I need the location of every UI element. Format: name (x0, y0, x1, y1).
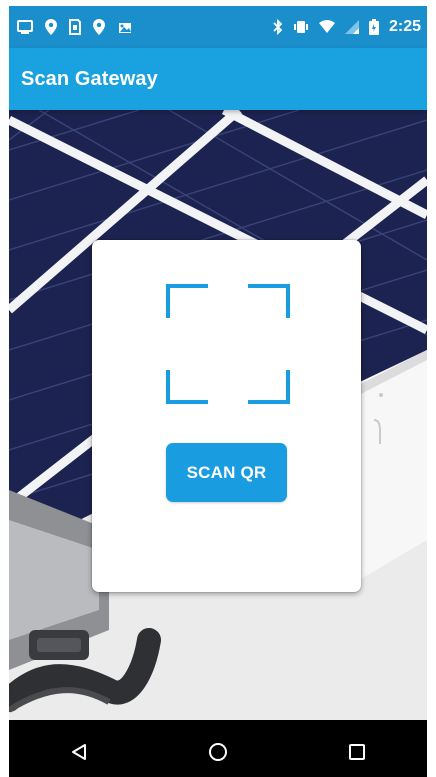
wifi-icon (318, 20, 335, 34)
recents-icon[interactable] (327, 727, 387, 777)
status-notification-icons (17, 19, 133, 35)
app-bar: Scan Gateway (9, 48, 427, 110)
bluetooth-icon (273, 19, 283, 35)
home-icon[interactable] (188, 727, 248, 777)
back-icon[interactable] (49, 727, 109, 777)
status-clock: 2:25 (388, 18, 421, 35)
app-screen: 2:25 Scan Gateway SCAN QR (9, 6, 427, 777)
phone-screen: 2:25 Scan Gateway SCAN QR (0, 0, 436, 777)
battery-icon (368, 19, 379, 35)
image-icon (17, 20, 33, 34)
scan-qr-card: SCAN QR (92, 240, 361, 592)
scan-qr-button[interactable]: SCAN QR (166, 443, 287, 502)
signal-icon (344, 20, 359, 34)
location-pin-icon (93, 19, 105, 35)
sd-card-icon (69, 19, 81, 35)
photo-icon (117, 20, 133, 34)
status-system-icons: 2:25 (273, 19, 421, 35)
vibrate-icon (293, 19, 309, 35)
qr-scan-frame-icon (166, 284, 290, 404)
location-pin-icon (45, 19, 57, 35)
page-title: Scan Gateway (21, 67, 158, 90)
status-bar: 2:25 (9, 6, 427, 48)
navigation-bar (9, 720, 427, 777)
